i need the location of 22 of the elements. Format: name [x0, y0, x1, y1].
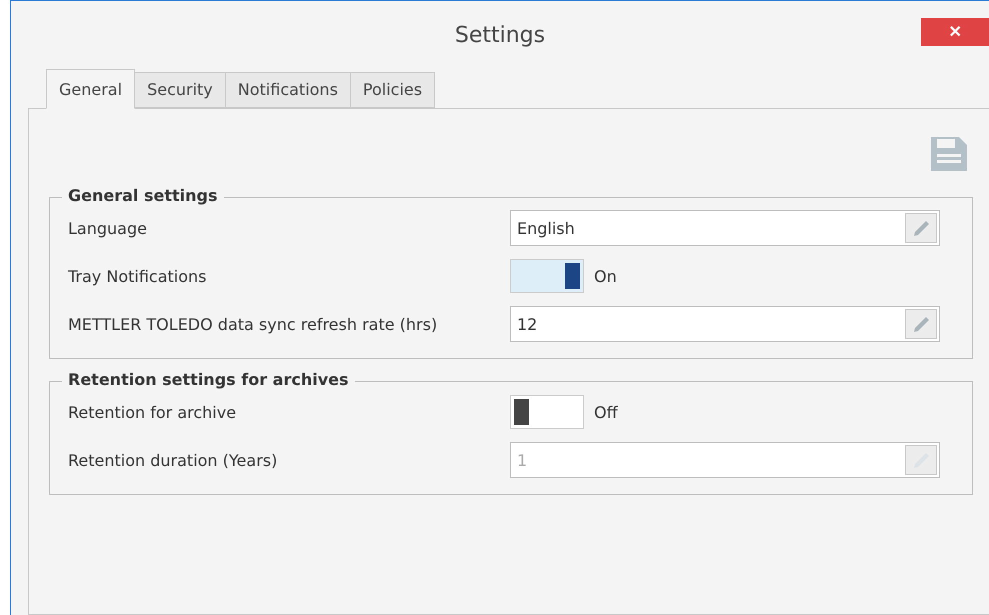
save-icon[interactable]	[929, 135, 969, 173]
toggle-state: Off	[594, 402, 618, 422]
edit-icon[interactable]	[905, 309, 937, 339]
input-field[interactable]: 12	[510, 306, 940, 342]
setting-label: METTLER TOLEDO data sync refresh rate (hrs)	[68, 314, 438, 334]
setting-label: Retention for archive	[68, 402, 238, 422]
toggle-switch[interactable]	[510, 395, 584, 429]
tab[interactable]: Security	[135, 72, 226, 108]
toggle-switch[interactable]	[510, 259, 584, 293]
group-title: General settings	[62, 186, 224, 205]
input-field[interactable]: English	[510, 210, 940, 246]
tab[interactable]: General	[46, 69, 136, 109]
tab[interactable]: Policies	[350, 72, 436, 108]
setting-label: Tray Notifications	[68, 266, 208, 286]
close-button[interactable]: ✕	[921, 18, 989, 46]
toggle-state: On	[594, 266, 617, 286]
group-title: Retention settings for archives	[62, 370, 355, 389]
edit-icon[interactable]	[905, 213, 937, 243]
tab[interactable]: Notifications	[226, 72, 351, 108]
setting-label: Language	[68, 218, 148, 238]
window-title: Settings	[454, 23, 546, 48]
setting-label: Retention duration (Years)	[68, 450, 278, 470]
